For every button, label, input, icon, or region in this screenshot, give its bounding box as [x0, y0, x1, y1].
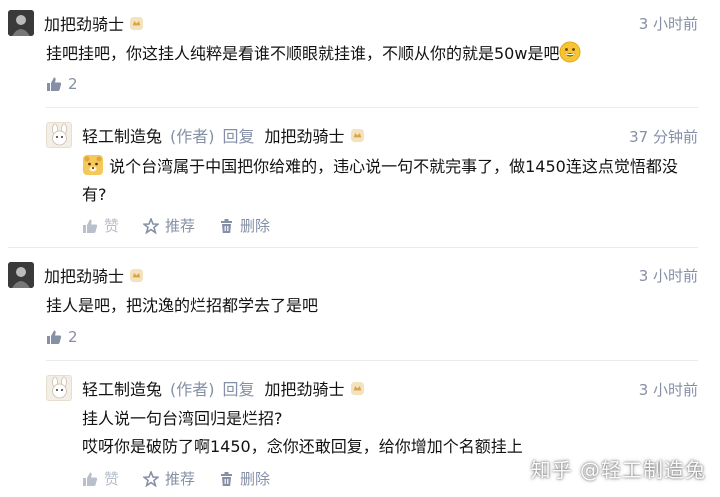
avatar[interactable]: [8, 10, 34, 36]
recommend-label: 推荐: [165, 217, 196, 235]
comment-text: 挂吧挂吧，你这挂人纯粹是看谁不顺眼就挂谁，不顺从你的就是50w是吧: [46, 40, 581, 68]
thumbs-up-icon: [47, 330, 62, 344]
reply-text-line2: 有?: [82, 185, 107, 204]
trash-icon: [221, 218, 233, 233]
like-button[interactable]: 赞: [82, 215, 119, 236]
reply-label: 回复: [222, 127, 255, 146]
reply-actions: 赞 推荐 删除: [82, 215, 294, 236]
watermark: 知乎 @轻工制造兔: [530, 458, 706, 482]
trash-icon: [221, 471, 233, 486]
author-tag: (作者): [170, 380, 215, 399]
reply-target-name[interactable]: 加把劲骑士: [265, 376, 345, 400]
comment-time: 3 小时前: [638, 15, 698, 33]
grinning-face-icon: [559, 41, 581, 63]
thumbs-up-icon: [47, 77, 62, 91]
author-name[interactable]: 加把劲骑士: [44, 263, 124, 287]
author-name[interactable]: 加把劲骑士: [44, 11, 124, 35]
reply-time: 37 分钟前: [629, 128, 698, 146]
author-tag: (作者): [170, 127, 215, 146]
delete-button[interactable]: 删除: [219, 215, 270, 236]
delete-label: 删除: [240, 470, 271, 488]
avatar[interactable]: [46, 375, 72, 401]
reply-label: 回复: [222, 380, 255, 399]
reply-header: 轻工制造兔 (作者) 回复 加把劲骑士: [46, 375, 365, 401]
star-icon: [143, 470, 160, 487]
level-badge-icon: [129, 16, 144, 30]
comment-text: 挂人是吧，把沈逸的烂招都学去了是吧: [46, 296, 319, 315]
reply-target-name[interactable]: 加把劲骑士: [265, 123, 345, 147]
recommend-label: 推荐: [165, 470, 196, 488]
reply-author-name[interactable]: 轻工制造兔: [82, 376, 162, 400]
reply-actions: 赞 推荐 删除: [82, 468, 294, 489]
delete-label: 删除: [240, 217, 271, 235]
recommend-button[interactable]: 推荐: [143, 215, 195, 236]
delete-button[interactable]: 删除: [219, 468, 270, 489]
reply-text: 说个台湾属于中国把你给难的，违心说一句不就完事了，做1450连这点觉悟都没 有?: [82, 153, 702, 209]
thumbs-up-icon: [83, 219, 98, 233]
like-button[interactable]: 2: [46, 75, 78, 93]
reply-text: 挂人说一句台湾回归是烂招? 哎呀你是破防了啊1450，念你还敢回复，给你增加个名…: [82, 405, 702, 461]
reply-author-name[interactable]: 轻工制造兔: [82, 123, 162, 147]
avatar[interactable]: [46, 122, 72, 148]
divider: [46, 360, 698, 361]
thumbs-up-icon: [83, 472, 98, 486]
comment-header: 加把劲骑士: [8, 262, 144, 288]
comment-text-content: 挂吧挂吧，你这挂人纯粹是看谁不顺眼就挂谁，不顺从你的就是50w是吧: [46, 44, 560, 63]
reply-text-line1: 挂人说一句台湾回归是烂招?: [82, 409, 283, 428]
like-button[interactable]: 赞: [82, 468, 119, 489]
comment-actions: 2: [46, 75, 102, 93]
level-badge-icon: [129, 268, 144, 282]
like-count: 2: [68, 75, 78, 93]
comment-time: 3 小时前: [638, 267, 698, 285]
comment-actions: 2: [46, 328, 102, 346]
recommend-button[interactable]: 推荐: [143, 468, 195, 489]
reply-time: 3 小时前: [638, 381, 698, 399]
reply-header: 轻工制造兔 (作者) 回复 加把劲骑士: [46, 122, 365, 148]
divider: [46, 107, 698, 108]
level-badge-icon: [350, 128, 364, 142]
level-badge-icon: [350, 381, 364, 395]
like-label: 赞: [104, 470, 120, 488]
like-label: 赞: [104, 217, 120, 235]
comment-header: 加把劲骑士: [8, 10, 144, 36]
like-count: 2: [68, 328, 78, 346]
reply-text-line1: 说个台湾属于中国把你给难的，违心说一句不就完事了，做1450连这点觉悟都没: [109, 157, 678, 176]
zhihu-bear-emoji-icon: [83, 155, 103, 175]
like-button[interactable]: 2: [46, 328, 78, 346]
thread-divider: [8, 247, 698, 248]
avatar[interactable]: [8, 262, 34, 288]
star-icon: [143, 217, 160, 234]
